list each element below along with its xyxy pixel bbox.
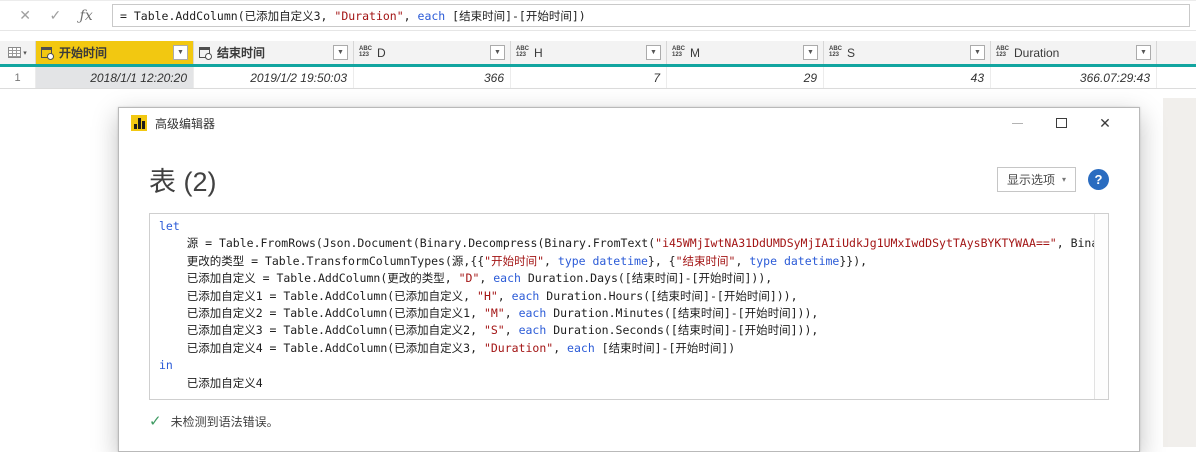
table-select-all-icon <box>8 47 22 58</box>
filter-dropdown-icon[interactable]: ▼ <box>646 45 661 60</box>
column-label: H <box>534 45 543 60</box>
code-line: 已添加自定义 = Table.AddColumn(更改的类型, "D", eac… <box>159 271 773 286</box>
maximize-button[interactable] <box>1039 110 1083 136</box>
column-header-m[interactable]: ABC 123 M ▼ <box>667 41 824 64</box>
display-options-label: 显示选项 <box>1006 173 1055 187</box>
column-header-end-time[interactable]: 结束时间 ▼ <box>194 41 354 64</box>
syntax-status-text: 未检测到语法错误。 <box>170 414 279 429</box>
desktop-background <box>1163 98 1196 447</box>
success-check-icon: ✓ <box>149 413 162 430</box>
column-header-s[interactable]: ABC 123 S ▼ <box>824 41 991 64</box>
query-name-heading: 表 (2) <box>149 167 217 197</box>
datetime-type-icon[interactable] <box>199 46 212 60</box>
any-type-icon[interactable]: ABC 123 <box>359 46 372 58</box>
m-code-editor[interactable]: let 源 = Table.FromRows(Json.Document(Bin… <box>149 213 1109 400</box>
fx-icon[interactable]: ƒx <box>80 8 93 24</box>
advanced-editor-dialog: 高级编辑器 ✕ 表 (2) 显示选项 ▾ ? let 源 = Table.Fro… <box>118 107 1140 452</box>
cell-duration[interactable]: 366.07:29:43 <box>991 67 1157 88</box>
code-line: 源 = Table.FromRows(Json.Document(Binary.… <box>159 236 1094 251</box>
column-header-duration[interactable]: ABC 123 Duration ▼ <box>991 41 1157 64</box>
code-line: in <box>159 358 173 373</box>
confirm-icon[interactable]: ✓ <box>49 7 61 24</box>
code-line: 已添加自定义4 = Table.AddColumn(已添加自定义3, "Dura… <box>159 340 736 355</box>
cell-h[interactable]: 7 <box>511 67 667 88</box>
display-options-dropdown[interactable]: 显示选项 ▾ <box>996 167 1076 192</box>
column-label: 开始时间 <box>59 46 108 60</box>
code-line: 已添加自定义2 = Table.AddColumn(已添加自定义1, "M", … <box>159 306 819 321</box>
cancel-icon[interactable]: ✕ <box>19 7 31 24</box>
dialog-titlebar[interactable]: 高级编辑器 ✕ <box>119 108 1139 138</box>
column-header-start-time[interactable]: 开始时间 ▼ <box>36 41 194 64</box>
maximize-icon <box>1055 118 1067 128</box>
cell-end-time[interactable]: 2019/1/2 19:50:03 <box>194 67 354 88</box>
close-button[interactable]: ✕ <box>1083 110 1127 136</box>
cell-s[interactable]: 43 <box>824 67 991 88</box>
formula-bar: ✕ ✓ ƒx = Table.AddColumn(已添加自定义3, "Durat… <box>0 0 1196 31</box>
header-filler <box>1157 41 1196 64</box>
cell-d[interactable]: 366 <box>354 67 511 88</box>
minimize-icon <box>1011 122 1023 124</box>
column-label: D <box>377 45 386 60</box>
column-label: 结束时间 <box>217 46 266 60</box>
formula-bar-actions: ✕ ✓ ƒx <box>0 7 112 24</box>
select-all-cell[interactable]: ▾ <box>0 41 36 64</box>
close-icon: ✕ <box>1099 115 1111 131</box>
any-type-icon[interactable]: ABC 123 <box>996 46 1009 58</box>
column-header-d[interactable]: ABC 123 D ▼ <box>354 41 511 64</box>
any-type-icon[interactable]: ABC 123 <box>516 46 529 58</box>
grid-header-row: ▾ 开始时间 ▼ 结束时间 ▼ ABC 123 D ▼ ABC 123 H ▼ AB… <box>0 41 1196 64</box>
filter-dropdown-icon[interactable]: ▼ <box>333 45 348 60</box>
cell-m[interactable]: 29 <box>667 67 824 88</box>
filter-dropdown-icon[interactable]: ▼ <box>970 45 985 60</box>
filter-dropdown-icon[interactable]: ▼ <box>490 45 505 60</box>
any-type-icon[interactable]: ABC 123 <box>829 46 842 58</box>
column-header-h[interactable]: ABC 123 H ▼ <box>511 41 667 64</box>
vertical-scrollbar[interactable] <box>1094 214 1108 399</box>
code-line: 更改的类型 = Table.TransformColumnTypes(源,{{"… <box>159 253 868 268</box>
column-label: S <box>847 45 856 60</box>
column-label: Duration <box>1014 45 1060 60</box>
help-button[interactable]: ? <box>1088 169 1109 190</box>
table-row: 1 2018/1/1 12:20:20 2019/1/2 19:50:03 36… <box>0 67 1196 89</box>
code-line: 已添加自定义4 <box>159 375 263 390</box>
select-all-caret-icon: ▾ <box>23 49 27 57</box>
query-preview-grid: ▾ 开始时间 ▼ 结束时间 ▼ ABC 123 D ▼ ABC 123 H ▼ AB… <box>0 41 1196 89</box>
filter-dropdown-icon[interactable]: ▼ <box>173 45 188 60</box>
formula-input[interactable]: = Table.AddColumn(已添加自定义3, "Duration", e… <box>112 4 1190 27</box>
code-lines[interactable]: let 源 = Table.FromRows(Json.Document(Bin… <box>150 214 1094 399</box>
any-type-icon[interactable]: ABC 123 <box>672 46 685 58</box>
code-line: 已添加自定义1 = Table.AddColumn(已添加自定义, "H", e… <box>159 288 798 303</box>
chevron-down-icon: ▾ <box>1061 175 1066 184</box>
filter-dropdown-icon[interactable]: ▼ <box>803 45 818 60</box>
row-number[interactable]: 1 <box>0 67 36 88</box>
code-line: let <box>159 219 180 233</box>
syntax-status: ✓ 未检测到语法错误。 <box>149 412 1109 430</box>
minimize-button[interactable] <box>995 110 1039 136</box>
datetime-type-icon[interactable] <box>41 46 54 60</box>
powerbi-logo-icon <box>131 115 147 131</box>
code-line: 已添加自定义3 = Table.AddColumn(已添加自定义2, "S", … <box>159 323 819 338</box>
cell-start-time[interactable]: 2018/1/1 12:20:20 <box>36 67 194 88</box>
column-label: M <box>690 45 700 60</box>
dialog-title: 高级编辑器 <box>155 116 216 131</box>
filter-dropdown-icon[interactable]: ▼ <box>1136 45 1151 60</box>
